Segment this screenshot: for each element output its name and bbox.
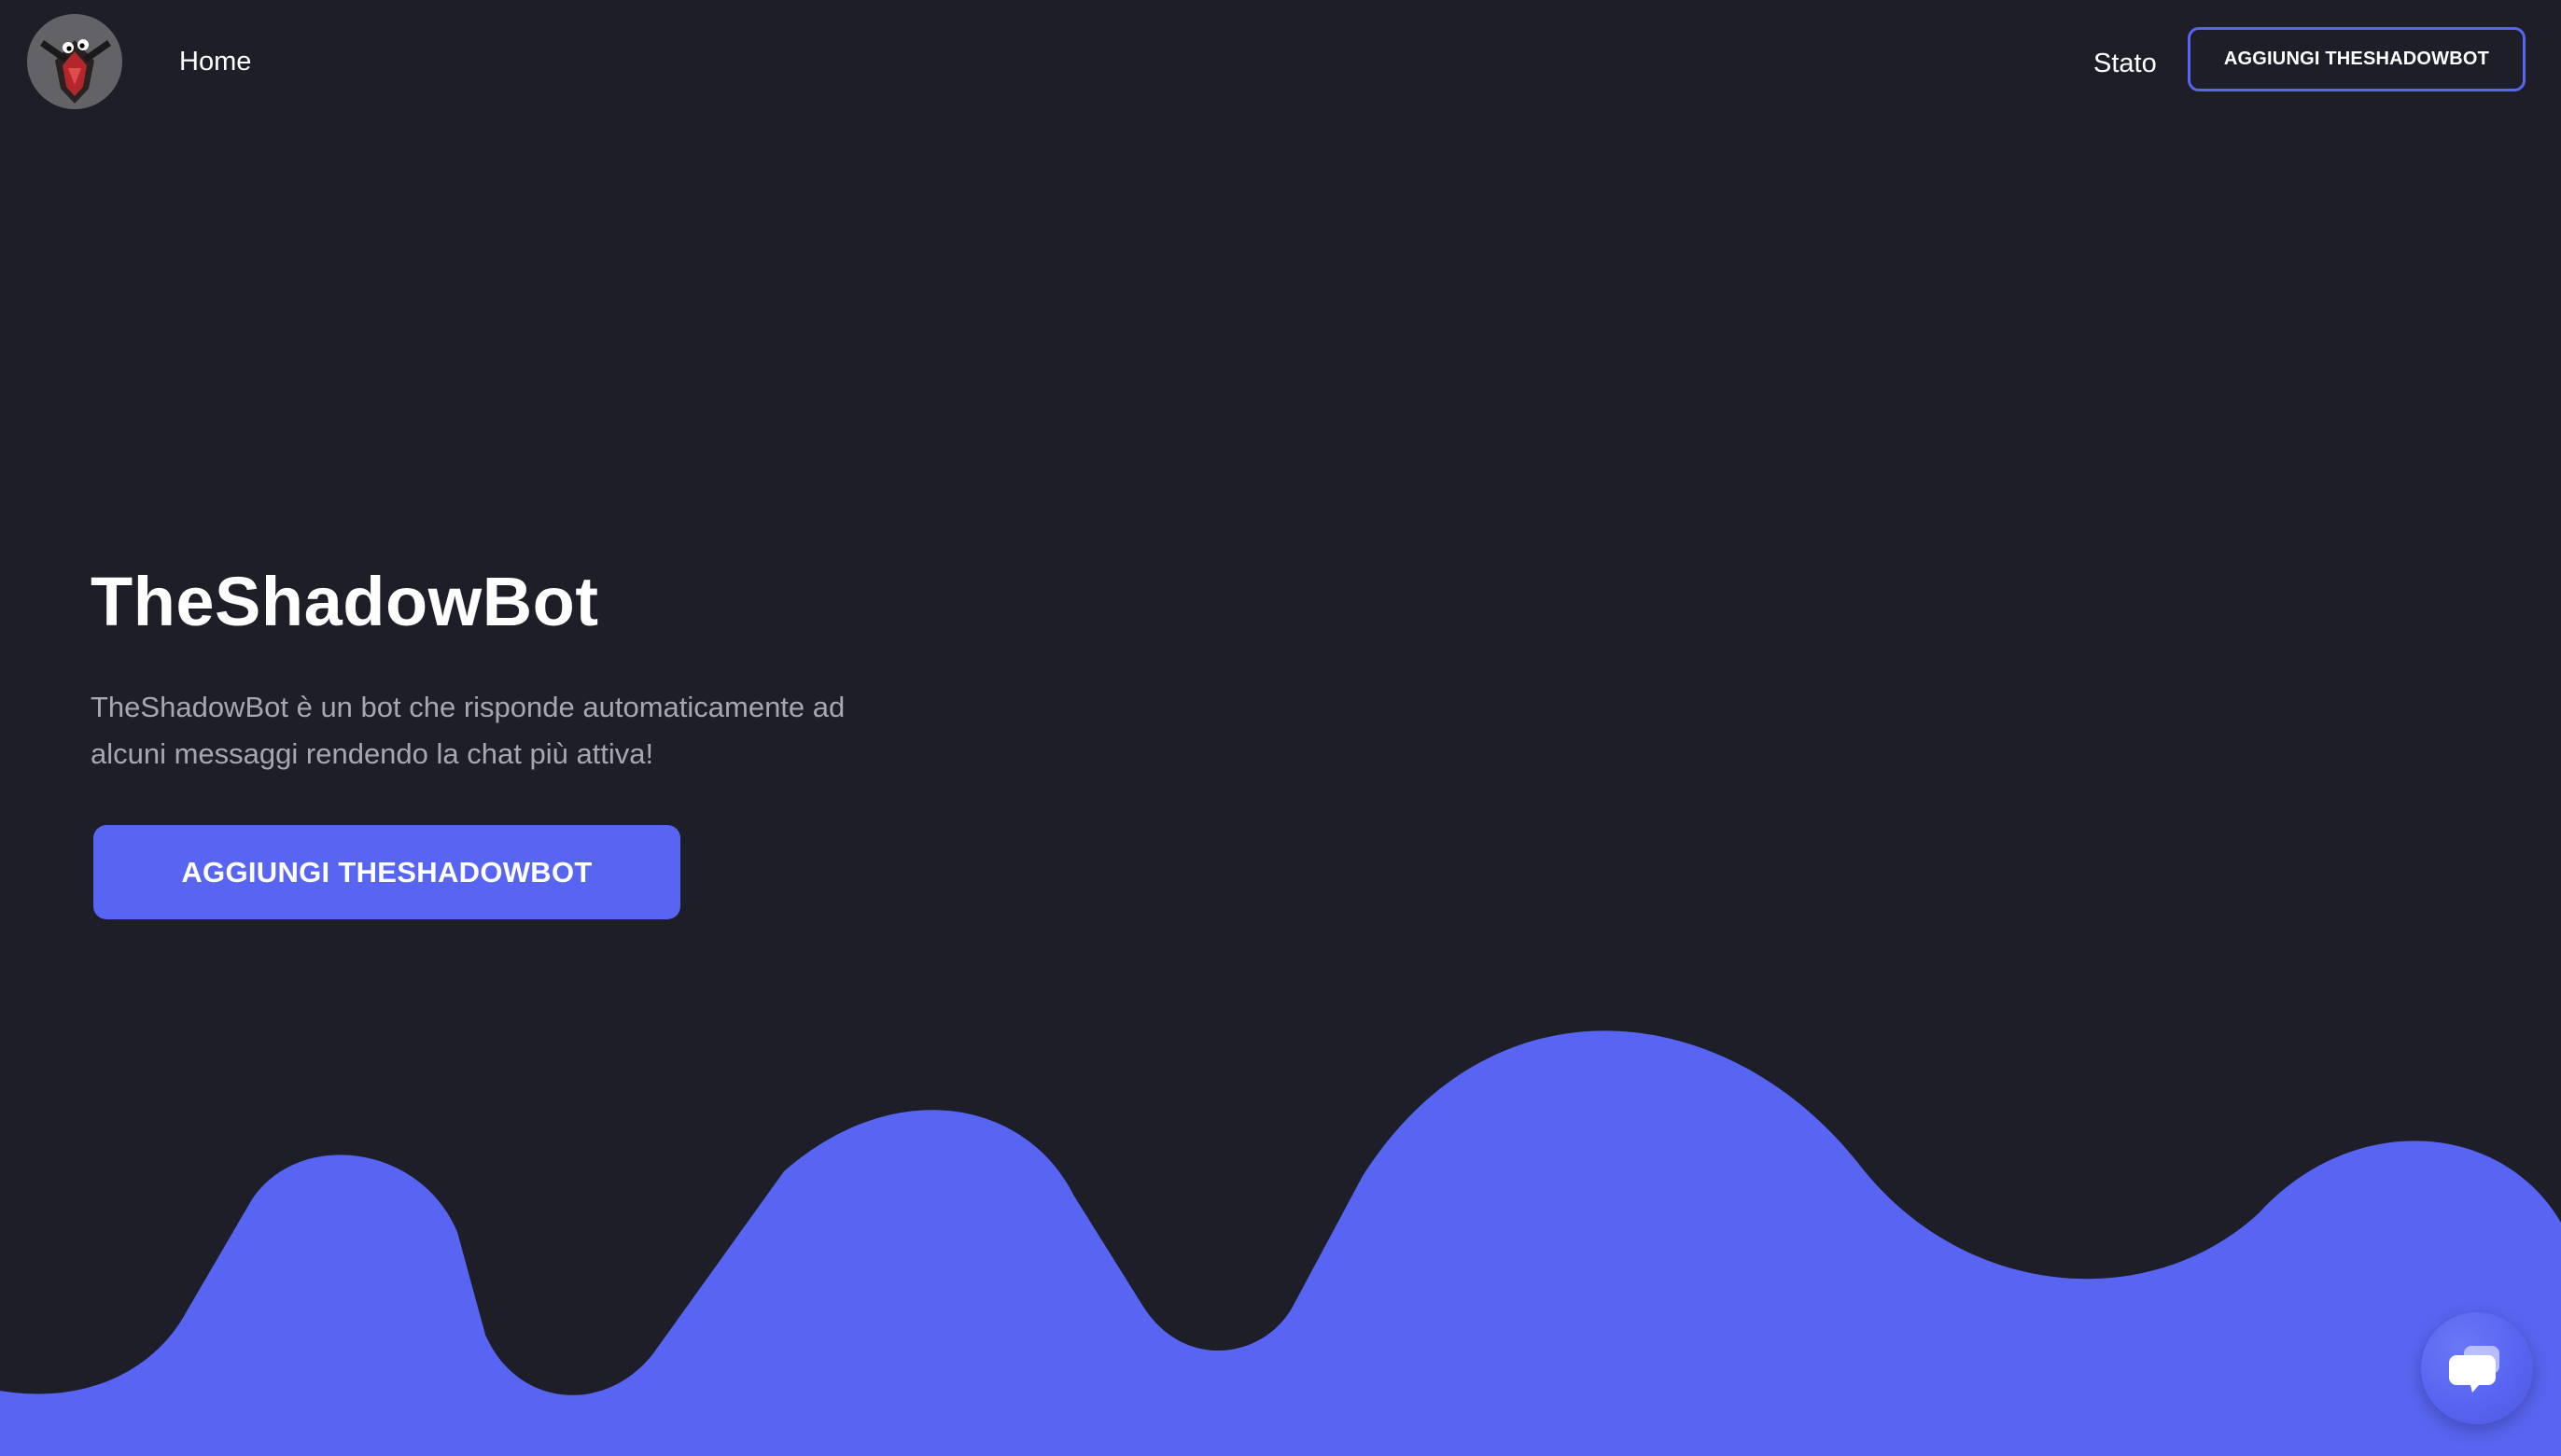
nav-home-link[interactable]: Home — [179, 43, 251, 80]
chat-widget-button[interactable] — [2421, 1312, 2533, 1424]
nav-status-link[interactable]: Stato — [2093, 45, 2157, 82]
hero-title: TheShadowBot — [91, 563, 599, 640]
bot-avatar-icon[interactable] — [27, 14, 122, 109]
hero-add-bot-button[interactable]: AGGIUNGI THESHADOWBOT — [93, 825, 680, 919]
landing-page: Home Stato AGGIUNGI THESHADOWBOT TheShad… — [0, 0, 2561, 1456]
hero-description: TheShadowBot è un bot che risponde autom… — [91, 691, 846, 770]
chat-bubbles-icon — [2449, 1346, 2499, 1393]
nav-add-bot-button[interactable]: AGGIUNGI THESHADOWBOT — [2188, 27, 2526, 91]
